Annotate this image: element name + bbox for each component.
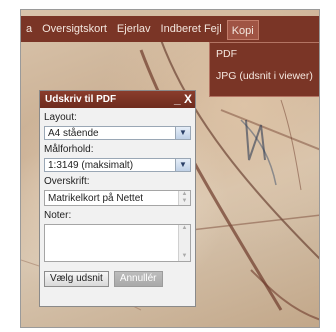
kopi-dropdown-menu: PDF JPG (udsnit i viewer) (209, 42, 319, 97)
heading-input[interactable]: Matrikelkort på Nettet ▲ ▼ (44, 190, 191, 206)
chevron-down-icon[interactable]: ▼ (175, 159, 190, 171)
notes-label: Noter: (44, 210, 72, 221)
scale-label: Målforhold: (44, 144, 94, 155)
notes-scrollbar[interactable]: ▲ ▼ (178, 225, 190, 261)
menu-item-ejerlav[interactable]: Ejerlav (112, 16, 156, 42)
dialog-title-controls: _ X (174, 91, 192, 107)
menubar: a Oversigtskort Ejerlav Indberet Fejl Ko… (21, 16, 319, 42)
layout-select-value: A4 stående (48, 128, 99, 139)
dialog-title-bar[interactable]: Udskriv til PDF _ X (40, 91, 195, 108)
close-icon[interactable]: X (184, 92, 192, 106)
heading-input-value: Matrikelkort på Nettet (48, 193, 144, 204)
cancel-button[interactable]: Annullér (113, 271, 163, 287)
scale-select[interactable]: 1:3149 (maksimalt) ▼ (44, 158, 191, 172)
minimize-icon[interactable]: _ (174, 92, 181, 106)
menu-item-indberet-fejl[interactable]: Indberet Fejl (156, 16, 227, 42)
print-pdf-dialog: Udskriv til PDF _ X Layout: A4 stående ▼… (39, 90, 196, 307)
menu-item-kopi[interactable]: Kopi (226, 19, 259, 40)
scale-select-value: 1:3149 (maksimalt) (48, 160, 134, 171)
menu-item-partial[interactable]: a (21, 16, 37, 42)
menu-option-pdf[interactable]: PDF (210, 43, 319, 65)
layout-label: Layout: (44, 112, 77, 123)
layout-select[interactable]: A4 stående ▼ (44, 126, 191, 140)
heading-label: Overskrift: (44, 176, 90, 187)
select-area-button[interactable]: Vælg udsnit (44, 271, 109, 287)
notes-textarea[interactable]: ▲ ▼ (44, 224, 191, 262)
menu-item-oversigtskort[interactable]: Oversigtskort (37, 16, 112, 42)
menu-option-jpg[interactable]: JPG (udsnit i viewer) (210, 65, 319, 87)
heading-input-scrollbar: ▲ ▼ (178, 191, 190, 205)
chevron-down-icon[interactable]: ▼ (175, 127, 190, 139)
dialog-title: Udskriv til PDF (45, 94, 117, 105)
dialog-buttons: Vælg udsnit Annullér (44, 271, 195, 287)
map-viewer-frame: a Oversigtskort Ejerlav Indberet Fejl Ko… (20, 9, 320, 328)
